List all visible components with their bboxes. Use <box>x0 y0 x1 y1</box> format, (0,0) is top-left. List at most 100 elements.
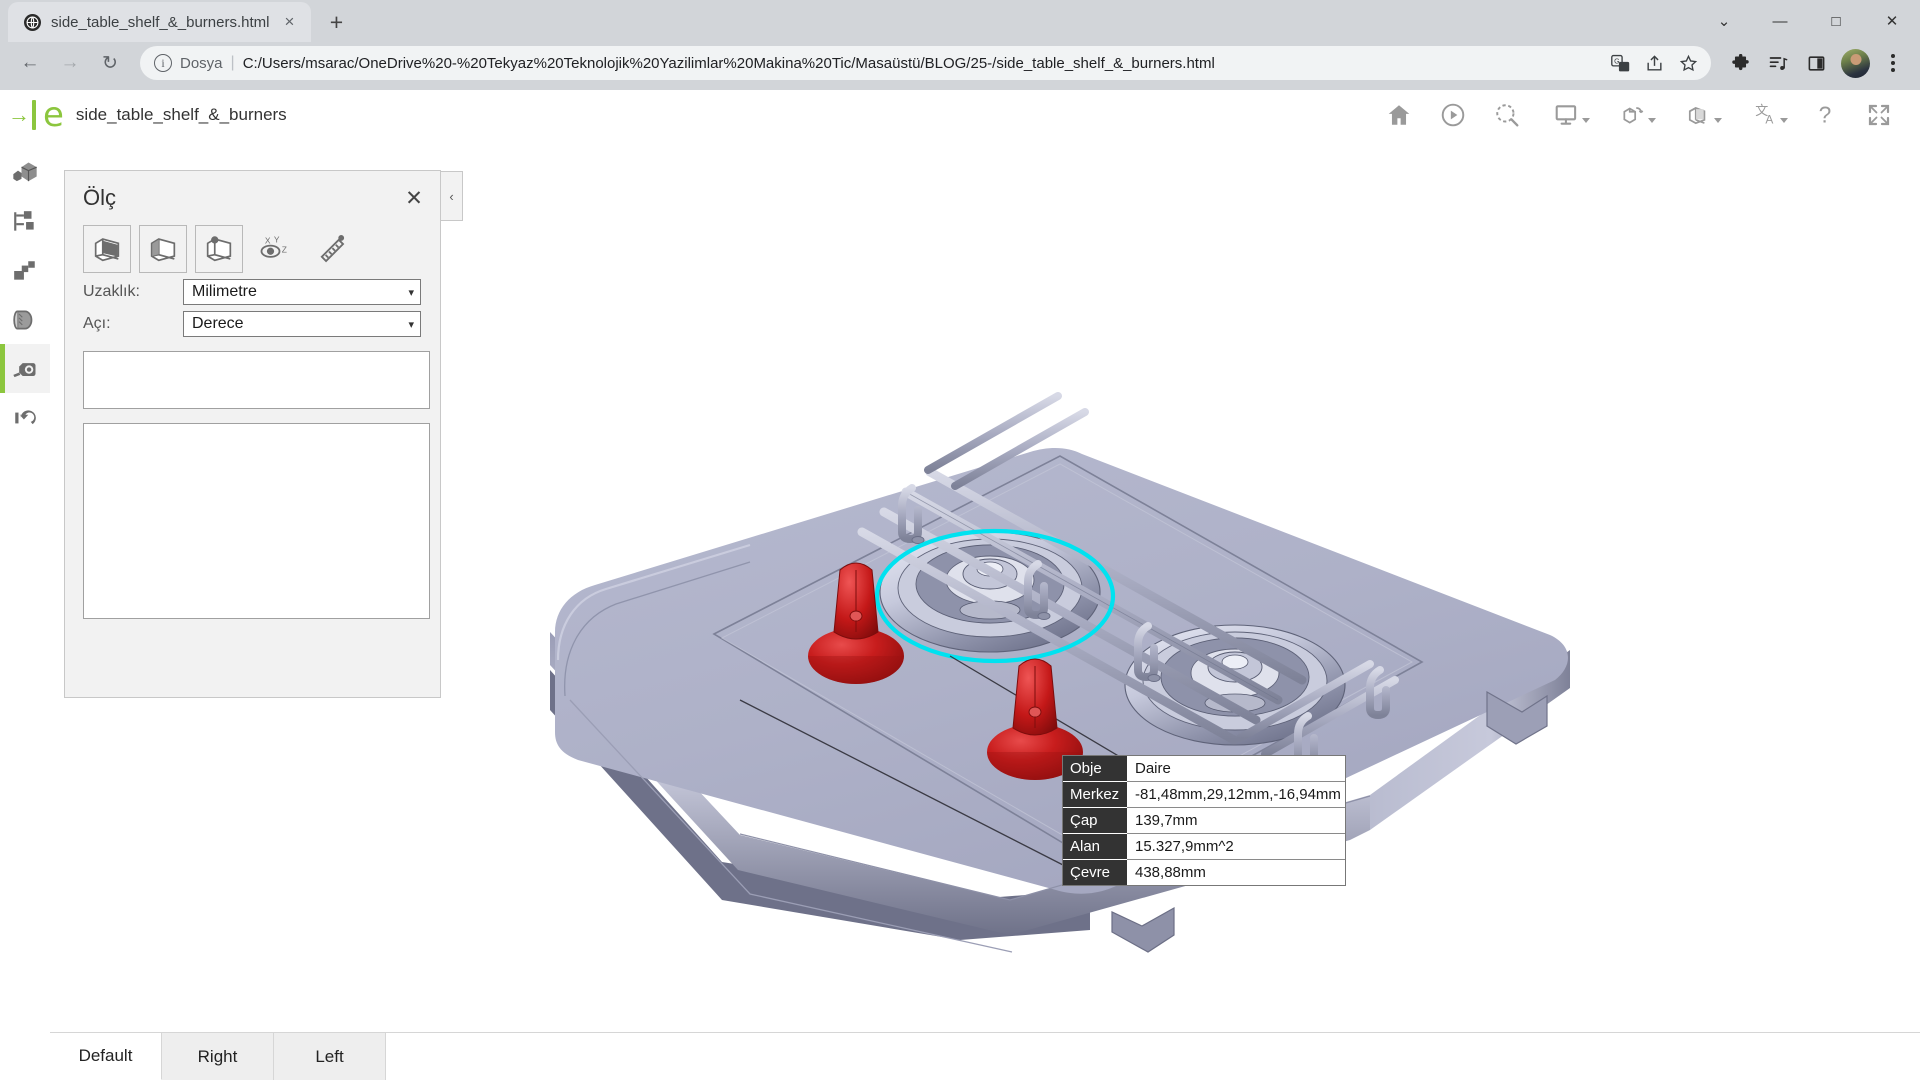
svg-text:X: X <box>265 235 271 245</box>
svg-text:Y: Y <box>274 234 280 244</box>
help-icon[interactable]: ? <box>1806 96 1844 134</box>
sidebar-item-tree[interactable] <box>0 197 50 246</box>
browser-tab-title: side_table_shelf_&_burners.html <box>51 14 269 31</box>
tab-search-icon[interactable]: ⌄ <box>1696 0 1752 42</box>
measure-vertex-icon[interactable] <box>195 225 243 273</box>
play-animate-icon[interactable] <box>1434 96 1472 134</box>
display-mode-icon[interactable] <box>1542 96 1592 134</box>
tab-right[interactable]: Right <box>162 1033 274 1080</box>
sidebar-item-components[interactable] <box>0 148 50 197</box>
sidebar-item-reset[interactable] <box>0 393 50 442</box>
sidebar-item-configurations[interactable] <box>0 246 50 295</box>
logo-arrow-icon: → <box>8 104 30 126</box>
distance-unit-label: Uzaklık: <box>83 283 183 301</box>
app-header: → e side_table_shelf_&_burners <box>0 90 1920 140</box>
back-icon[interactable]: ← <box>12 45 48 81</box>
model-viewport[interactable]: Ölç ✕ <box>50 140 1920 1080</box>
distance-unit-value: Milimetre <box>192 283 257 301</box>
logo-bar <box>32 100 36 130</box>
chrome-menu-icon[interactable] <box>1878 46 1908 80</box>
sidebar-item-measure[interactable] <box>0 344 50 393</box>
measure-face-icon[interactable] <box>83 225 131 273</box>
measure-panel: Ölç ✕ <box>64 170 441 698</box>
view-tabs: Default Right Left <box>50 1032 1920 1080</box>
angle-unit-value: Derece <box>192 315 244 333</box>
profile-avatar[interactable] <box>1841 49 1870 78</box>
svg-text:Z: Z <box>282 244 287 254</box>
home-icon[interactable] <box>1380 96 1418 134</box>
cooktop-body <box>550 448 1570 952</box>
browser-tab-strip: side_table_shelf_&_burners.html × + ⌄ — … <box>0 0 1920 42</box>
url-separator: | <box>231 54 235 72</box>
omnibox-actions: G <box>1605 48 1703 78</box>
angle-unit-select[interactable]: Derece ▾ <box>183 311 421 337</box>
minimize-button[interactable]: — <box>1752 0 1808 42</box>
info-icon[interactable]: i <box>154 54 172 72</box>
new-tab-button[interactable]: + <box>319 5 353 39</box>
result-value: Daire <box>1127 756 1345 782</box>
chevron-down-icon[interactable] <box>1648 118 1656 123</box>
chevron-down-icon[interactable] <box>1714 118 1722 123</box>
reading-list-icon[interactable] <box>1761 46 1795 80</box>
result-key: Çevre <box>1063 860 1127 885</box>
show-xyz-icon[interactable]: X Y Z <box>251 225 299 273</box>
page-title: side_table_shelf_&_burners <box>76 105 287 125</box>
exploded-view-icon[interactable] <box>1608 96 1658 134</box>
maximize-button[interactable]: □ <box>1808 0 1864 42</box>
fullscreen-icon[interactable] <box>1860 96 1898 134</box>
distance-unit-select[interactable]: Milimetre ▾ <box>183 279 421 305</box>
measure-edge-icon[interactable] <box>139 225 187 273</box>
extensions-puzzle-icon[interactable] <box>1723 46 1757 80</box>
close-icon[interactable]: × <box>279 12 299 32</box>
chevron-down-icon[interactable]: ▾ <box>408 286 414 299</box>
left-sidebar <box>0 140 50 1080</box>
table-row: Alan 15.327,9mm^2 <box>1063 834 1345 860</box>
measure-panel-title: Ölç <box>65 171 440 211</box>
measure-output-box-primary[interactable] <box>83 351 430 409</box>
address-bar-url[interactable]: C:/Users/msarac/OneDrive%20-%20Tekyaz%20… <box>243 55 1597 72</box>
app-body: Ölç ✕ <box>0 140 1920 1080</box>
result-value: 139,7mm <box>1127 808 1345 834</box>
logo-letter: e <box>43 100 64 130</box>
language-icon[interactable]: 文 A <box>1740 96 1790 134</box>
address-bar[interactable]: i Dosya | C:/Users/msarac/OneDrive%20-%2… <box>140 46 1711 80</box>
result-key: Çap <box>1063 808 1127 834</box>
reload-icon[interactable]: ↻ <box>92 45 128 81</box>
table-row: Merkez -81,48mm,29,12mm,-16,94mm <box>1063 782 1345 808</box>
zoom-area-icon[interactable] <box>1488 96 1526 134</box>
bookmark-star-icon[interactable] <box>1673 48 1703 78</box>
ruler-icon[interactable] <box>307 225 355 273</box>
distance-unit-row: Uzaklık: Milimetre ▾ <box>65 273 440 305</box>
collapse-panel-button[interactable]: ‹ <box>441 171 463 221</box>
table-row: Çap 139,7mm <box>1063 808 1345 834</box>
svg-text:?: ? <box>1819 102 1832 128</box>
result-key: Alan <box>1063 834 1127 860</box>
close-icon[interactable]: ✕ <box>400 184 428 212</box>
translate-icon[interactable]: G <box>1605 48 1635 78</box>
chevron-down-icon[interactable] <box>1582 118 1590 123</box>
chevron-down-icon[interactable] <box>1780 118 1788 123</box>
side-panel-icon[interactable] <box>1799 46 1833 80</box>
result-key: Merkez <box>1063 782 1127 808</box>
chevron-down-icon[interactable]: ▾ <box>408 318 414 331</box>
sidebar-item-markup[interactable] <box>0 295 50 344</box>
angle-unit-label: Açı: <box>83 315 183 333</box>
browser-tab[interactable]: side_table_shelf_&_burners.html × <box>8 2 311 42</box>
measurement-result-table: Obje Daire Merkez -81,48mm,29,12mm,-16,9… <box>1062 755 1346 886</box>
close-window-button[interactable]: ✕ <box>1864 0 1920 42</box>
result-value: 15.327,9mm^2 <box>1127 834 1345 860</box>
measure-tool-buttons: X Y Z <box>65 211 440 273</box>
header-toolbar: 文 A ? <box>1380 96 1898 134</box>
url-scheme-label: Dosya <box>180 55 223 72</box>
table-row: Çevre 438,88mm <box>1063 860 1345 885</box>
edrawings-app: → e side_table_shelf_&_burners <box>0 90 1920 1080</box>
browser-toolbar: ← → ↻ i Dosya | C:/Users/msarac/OneDrive… <box>0 42 1920 90</box>
tab-left[interactable]: Left <box>274 1033 386 1080</box>
forward-icon[interactable]: → <box>52 45 88 81</box>
tab-default[interactable]: Default <box>50 1033 162 1080</box>
result-key: Obje <box>1063 756 1127 782</box>
measure-output-box-secondary[interactable] <box>83 423 430 619</box>
shading-mode-icon[interactable] <box>1674 96 1724 134</box>
share-icon[interactable] <box>1639 48 1669 78</box>
svg-text:G: G <box>1614 57 1620 65</box>
